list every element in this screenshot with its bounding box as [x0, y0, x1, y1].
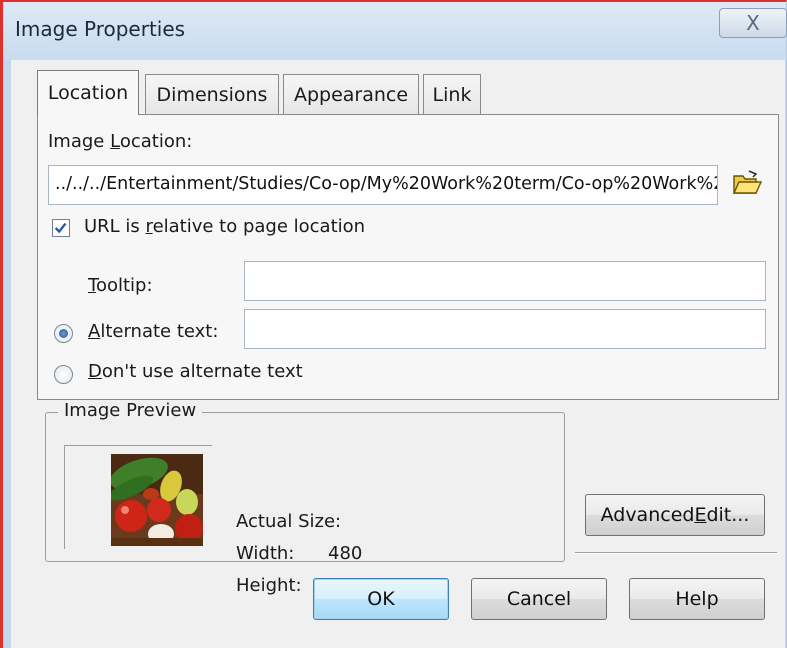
- image-preview-legend: Image Preview: [58, 400, 203, 421]
- no-alternate-text-radio[interactable]: [54, 365, 73, 384]
- tab-location[interactable]: Location: [37, 70, 139, 115]
- relative-url-checkbox[interactable]: [52, 219, 70, 237]
- tab-appearance-label: Appearance: [293, 83, 409, 106]
- alternate-text-input[interactable]: [244, 309, 766, 349]
- image-location-input[interactable]: ../../../Entertainment/Studies/Co-op/My%…: [48, 165, 718, 205]
- actual-size-label: Actual Size:: [236, 511, 342, 532]
- dialog-body: Location Dimensions Appearance Link Imag…: [11, 60, 785, 648]
- location-panel: Image Location: ../../../Entertainment/S…: [37, 114, 779, 400]
- tab-link-label: Link: [432, 83, 472, 106]
- separator: [575, 552, 777, 554]
- tab-appearance[interactable]: Appearance: [283, 74, 419, 114]
- advanced-edit-button[interactable]: Advanced Edit...: [585, 494, 765, 536]
- tab-dimensions-label: Dimensions: [156, 83, 268, 106]
- dialog-title: Image Properties: [15, 17, 186, 41]
- tab-dimensions[interactable]: Dimensions: [145, 74, 279, 114]
- relative-url-label[interactable]: URL is relative to page location: [84, 216, 365, 237]
- tab-link[interactable]: Link: [423, 74, 481, 114]
- tab-location-label: Location: [47, 82, 129, 104]
- width-value: 480: [328, 543, 363, 564]
- image-properties-dialog: Image Properties X Location Dimensions A…: [0, 0, 787, 648]
- no-alternate-text-label[interactable]: Don't use alternate text: [88, 361, 303, 382]
- tooltip-input[interactable]: [244, 261, 766, 301]
- image-preview-group: Image Preview Actual Size: Width: 480 He…: [45, 400, 565, 596]
- width-label: Width:: [236, 543, 295, 564]
- ok-button[interactable]: OK: [313, 578, 449, 620]
- help-button[interactable]: Help: [629, 578, 765, 620]
- checkmark-icon: [54, 222, 67, 234]
- open-folder-icon[interactable]: [732, 169, 762, 197]
- close-button[interactable]: X: [719, 8, 787, 38]
- alternate-text-radio[interactable]: [54, 324, 73, 343]
- tooltip-label: Tooltip:: [88, 275, 153, 296]
- height-label: Height:: [236, 575, 302, 596]
- image-location-label: Image Location:: [48, 131, 193, 152]
- preview-frame: [64, 445, 212, 549]
- alternate-text-label[interactable]: Alternate text:: [88, 321, 218, 342]
- cancel-button[interactable]: Cancel: [471, 578, 607, 620]
- title-bar[interactable]: Image Properties X: [3, 2, 787, 60]
- close-icon: X: [746, 11, 760, 35]
- vegetable-basket-thumbnail: [111, 454, 203, 546]
